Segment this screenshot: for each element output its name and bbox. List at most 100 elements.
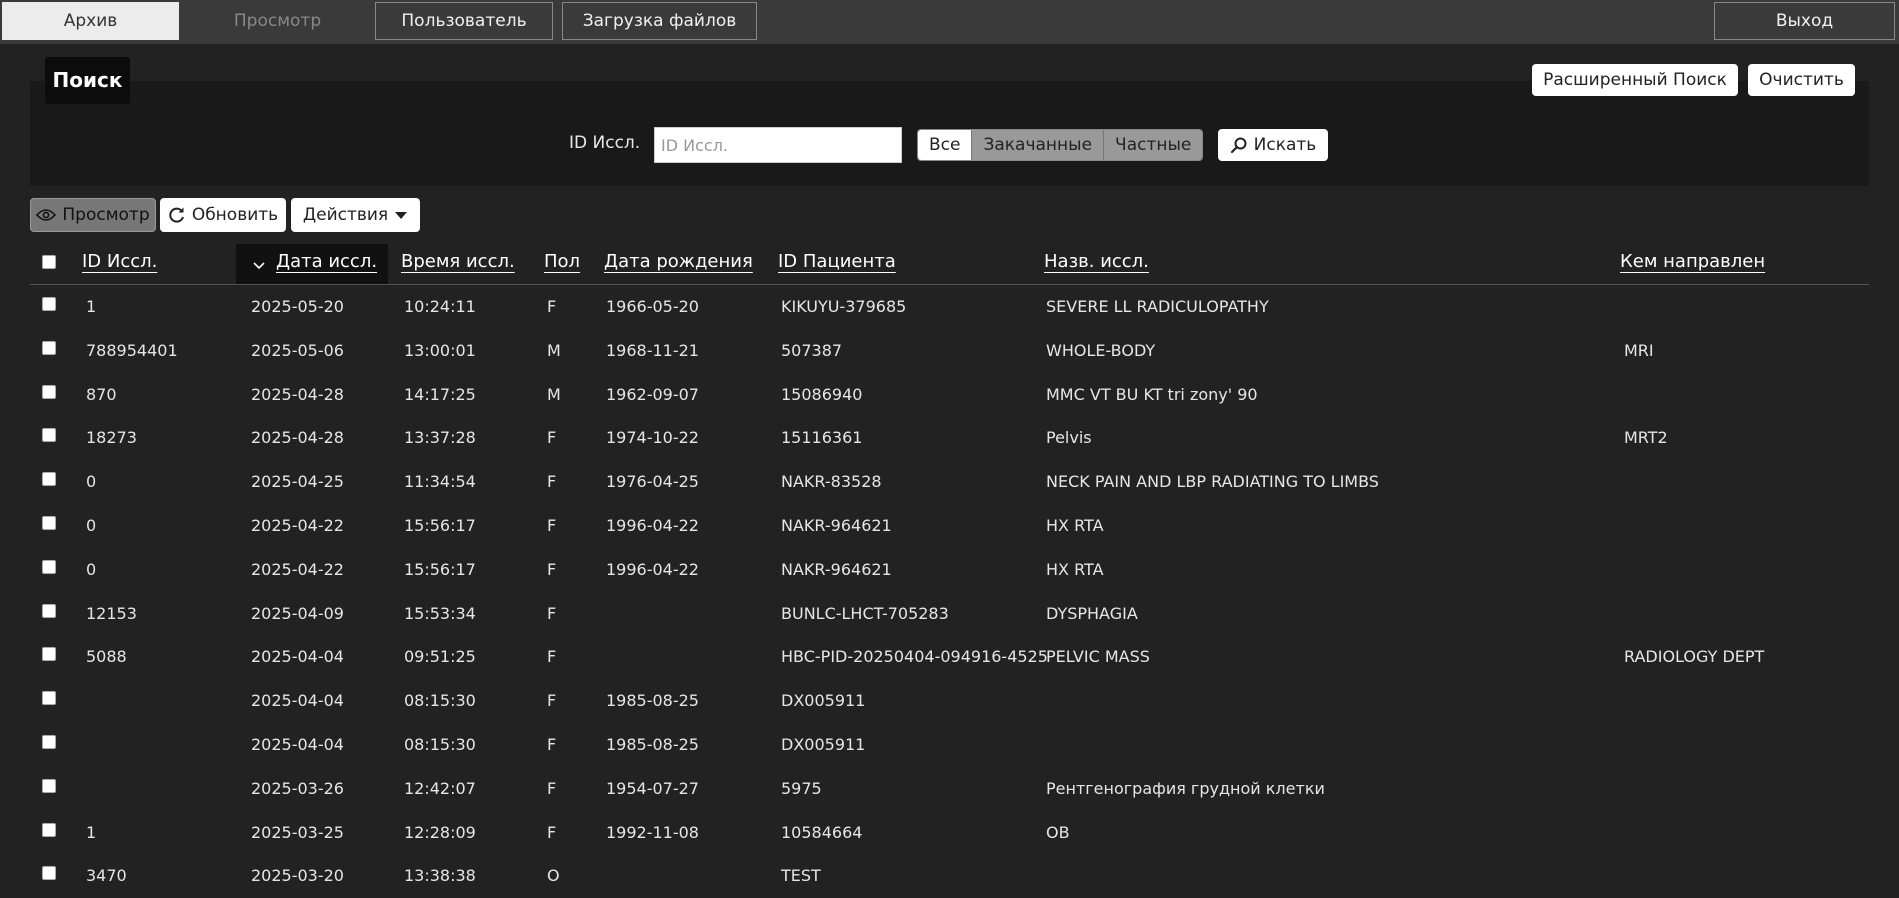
actions-dropdown[interactable]: Действия xyxy=(291,198,420,232)
cell-study-time: 11:34:54 xyxy=(404,472,476,492)
cell-sex: F xyxy=(547,297,557,316)
filter-private[interactable]: Частные xyxy=(1103,130,1203,160)
cell-study-date: 2025-04-28 xyxy=(251,384,344,404)
table-row[interactable]: 2025-04-04 08:15:30 F 1985-08-25 DX005911 xyxy=(30,679,1869,723)
nav-tab-upload[interactable]: Загрузка файлов xyxy=(562,2,757,40)
cell-study-date: 2025-04-22 xyxy=(251,516,344,535)
select-all-checkbox[interactable] xyxy=(42,255,56,269)
cell-patient-id: DX005911 xyxy=(781,735,866,754)
advanced-search-button[interactable]: Расширенный Поиск xyxy=(1532,64,1738,96)
table-row[interactable]: 1 2025-03-25 12:28:09 F 1992-11-08 10584664 OB xyxy=(30,811,1869,855)
row-checkbox[interactable] xyxy=(42,384,56,399)
view-button[interactable]: Просмотр xyxy=(30,198,156,232)
caret-down-icon xyxy=(395,212,408,219)
cell-study-date: 2025-04-09 xyxy=(251,603,344,623)
cell-birth-date: 1954-07-27 xyxy=(606,778,699,798)
nav-tab-user[interactable]: Пользователь xyxy=(375,2,553,40)
search-icon xyxy=(1230,137,1247,154)
view-button-label: Просмотр xyxy=(62,205,150,225)
cell-referred-by: MRI xyxy=(1624,340,1654,360)
cell-study-time: 13:38:38 xyxy=(404,866,476,886)
cell-study-date: 2025-03-25 xyxy=(251,822,344,842)
cell-patient-id: 15116361 xyxy=(781,428,863,448)
cell-study-date: 2025-05-06 xyxy=(251,340,344,360)
table-row[interactable]: 2025-03-26 12:42:07 F 1954-07-27 5975 Рентген… xyxy=(30,767,1869,811)
cell-birth-date: 1966-05-20 xyxy=(606,297,699,316)
table-row[interactable]: 3470 2025-03-20 13:38:38 O TEST xyxy=(30,854,1869,898)
col-header-patient-id[interactable]: ID Пациента xyxy=(778,251,896,272)
table-row[interactable]: 0 2025-04-25 11:34:54 F 1976-04-25 NAKR-83528… xyxy=(30,460,1869,504)
row-checkbox[interactable] xyxy=(42,866,56,881)
cell-referred-by: RADIOLOGY DEPT xyxy=(1624,647,1765,667)
cell-study-id: 0 xyxy=(86,516,97,535)
cell-birth-date: 1985-08-25 xyxy=(606,691,699,711)
refresh-button[interactable]: Обновить xyxy=(160,198,286,232)
table-row[interactable]: 0 2025-04-22 15:56:17 F 1996-04-22 NAKR-96462… xyxy=(30,504,1869,548)
cell-study-time: 13:37:28 xyxy=(404,428,476,448)
cell-patient-id: HBC-PID-20250404-094916-4525 xyxy=(781,647,1048,667)
row-checkbox[interactable] xyxy=(42,297,56,311)
cell-study-date: 2025-03-20 xyxy=(251,866,344,886)
cell-study-id: 870 xyxy=(86,384,117,404)
table-row[interactable]: 870 2025-04-28 14:17:25 M 1962-09-07 15086940… xyxy=(30,373,1869,417)
actions-dropdown-label: Действия xyxy=(302,205,389,225)
table-row[interactable]: 1 2025-05-20 10:24:11 F 1966-05-20 KIKUYU-379… xyxy=(30,285,1869,329)
cell-patient-id: 507387 xyxy=(781,340,843,360)
table-row[interactable]: 2025-04-04 08:15:30 F 1985-08-25 DX005911 xyxy=(30,723,1869,767)
table-row[interactable]: 18273 2025-04-28 13:37:28 F 1974-10-22 151163… xyxy=(30,416,1869,460)
nav-tab-view[interactable]: Просмотр xyxy=(190,2,365,40)
study-id-input[interactable] xyxy=(654,127,902,163)
cell-study-id: 1 xyxy=(86,297,97,316)
row-checkbox[interactable] xyxy=(42,340,56,355)
cell-patient-id: 5975 xyxy=(781,778,822,798)
table-row[interactable]: 0 2025-04-22 15:56:17 F 1996-04-22 NAKR-96462… xyxy=(30,548,1869,592)
search-title: Поиск xyxy=(45,57,130,104)
logout-button[interactable]: Выход xyxy=(1714,2,1895,40)
row-checkbox[interactable] xyxy=(42,516,56,530)
col-header-birth-date[interactable]: Дата рождения xyxy=(604,251,753,272)
cell-study-time: 13:00:01 xyxy=(404,340,476,360)
cell-sex: F xyxy=(547,428,557,448)
filter-uploaded[interactable]: Закачанные xyxy=(971,130,1104,160)
cell-study-time: 09:51:25 xyxy=(404,647,476,667)
col-header-study-name[interactable]: Назв. иссл. xyxy=(1044,251,1149,272)
cell-sex: F xyxy=(547,691,557,711)
filter-segmented-control: Все Закачанные Частные xyxy=(917,129,1204,161)
col-header-study-date[interactable]: Дата иссл. xyxy=(276,251,377,272)
row-checkbox[interactable] xyxy=(42,647,56,662)
cell-birth-date: 1996-04-22 xyxy=(606,516,699,535)
col-header-study-id[interactable]: ID Иссл. xyxy=(82,251,157,272)
row-checkbox[interactable] xyxy=(42,691,56,706)
cell-birth-date: 1974-10-22 xyxy=(606,428,699,448)
cell-referred-by: MRT2 xyxy=(1624,428,1668,448)
row-checkbox[interactable] xyxy=(42,472,56,487)
cell-sex: F xyxy=(547,822,557,842)
cell-patient-id: 10584664 xyxy=(781,822,863,842)
col-header-study-time[interactable]: Время иссл. xyxy=(401,251,515,272)
cell-sex: F xyxy=(547,735,557,754)
row-checkbox[interactable] xyxy=(42,778,56,793)
row-checkbox[interactable] xyxy=(42,603,56,618)
cell-sex: O xyxy=(547,866,560,886)
nav-tab-archive[interactable]: Архив xyxy=(2,2,179,40)
cell-sex: F xyxy=(547,559,557,579)
col-header-referred-by[interactable]: Кем направлен xyxy=(1620,251,1765,272)
cell-study-date: 2025-04-25 xyxy=(251,472,344,492)
cell-sex: M xyxy=(547,340,561,360)
cell-study-name: HX RTA xyxy=(1046,559,1104,579)
cell-birth-date: 1992-11-08 xyxy=(606,822,699,842)
col-header-sex[interactable]: Пол xyxy=(544,251,580,272)
table-row[interactable]: 5088 2025-04-04 09:51:25 F HBC-PID-20250404-… xyxy=(30,635,1869,679)
search-button[interactable]: Искать xyxy=(1218,129,1328,161)
row-checkbox[interactable] xyxy=(42,735,56,749)
cell-birth-date: 1962-09-07 xyxy=(606,384,699,404)
filter-all[interactable]: Все xyxy=(918,130,972,160)
table-row[interactable]: 12153 2025-04-09 15:53:34 F BUNLC-LHCT-70528… xyxy=(30,592,1869,636)
row-checkbox[interactable] xyxy=(42,559,56,574)
table-row[interactable]: 788954401 2025-05-06 13:00:01 M 1968-11-21 50… xyxy=(30,329,1869,373)
cell-study-date: 2025-04-04 xyxy=(251,735,344,754)
row-checkbox[interactable] xyxy=(42,822,56,837)
clear-button[interactable]: Очистить xyxy=(1748,64,1855,96)
row-checkbox[interactable] xyxy=(42,428,56,443)
cell-study-name: HX RTA xyxy=(1046,516,1104,535)
